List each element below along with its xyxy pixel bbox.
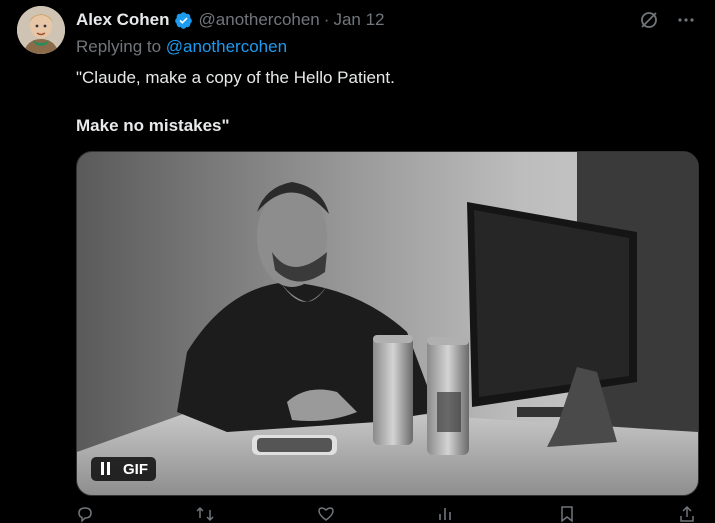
share-icon[interactable] — [678, 505, 696, 523]
tweet-header: Alex Cohen @anothercohen · Jan 12 — [76, 8, 384, 32]
replying-to: Replying to @anothercohen — [76, 37, 287, 57]
retweet-icon[interactable] — [196, 505, 214, 523]
reply-mention-link[interactable]: @anothercohen — [166, 37, 287, 56]
pause-icon[interactable] — [97, 462, 113, 476]
separator-dot: · — [323, 10, 330, 29]
author-handle[interactable]: @anothercohen — [199, 10, 320, 30]
like-icon[interactable] — [317, 505, 335, 523]
gif-image — [77, 152, 698, 495]
gif-media[interactable]: GIF — [76, 151, 699, 496]
author-name[interactable]: Alex Cohen — [76, 10, 170, 30]
gif-badge[interactable]: GIF — [91, 457, 156, 481]
grok-icon[interactable] — [639, 10, 659, 30]
bookmark-icon[interactable] — [558, 505, 576, 523]
tweet-text-line: "Claude, make a copy of the Hello Patien… — [76, 68, 395, 87]
verified-badge-icon[interactable] — [174, 11, 193, 30]
replying-prefix: Replying to — [76, 37, 162, 56]
tweet-date[interactable]: Jan 12 — [333, 10, 384, 30]
views-icon[interactable] — [437, 505, 455, 523]
tweet-text-line-bold: Make no mistakes" — [76, 116, 230, 135]
tweet[interactable]: Alex Cohen @anothercohen · Jan 12 Replyi… — [0, 0, 715, 523]
gif-label: GIF — [123, 460, 148, 478]
avatar[interactable] — [17, 6, 65, 54]
tweet-text: "Claude, make a copy of the Hello Patien… — [76, 66, 395, 138]
reply-icon[interactable] — [76, 505, 94, 523]
more-icon[interactable] — [677, 11, 695, 29]
top-actions — [639, 10, 695, 30]
